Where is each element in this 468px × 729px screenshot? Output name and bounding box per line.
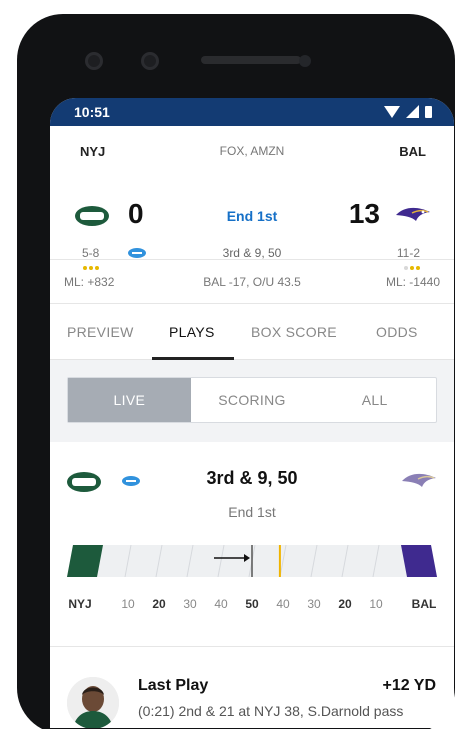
home-record: 11-2 (396, 246, 420, 260)
nyj-endzone (67, 545, 103, 577)
bal-endzone (401, 545, 437, 577)
yard-label: 20 (338, 597, 352, 611)
battery-icon (425, 105, 432, 118)
yard-label: 50 (245, 597, 259, 611)
play-period: End 1st (228, 504, 276, 520)
status-icons (384, 105, 432, 118)
plays-filter-segmented-control: LIVE SCORING ALL (67, 377, 437, 423)
wifi-icon (384, 105, 400, 118)
segment-all[interactable]: ALL (313, 378, 436, 422)
plays-filter-area: LIVE SCORING ALL (50, 360, 454, 442)
home-moneyline: ML: -1440 (385, 275, 440, 289)
endzone-team-label: NYJ (68, 597, 92, 611)
endzone-team-label: BAL (411, 597, 437, 611)
yard-label: 10 (369, 597, 383, 611)
scoreboard: NYJ FOX, AMZN BAL 0 End 1st 13 5-8 3rd &… (50, 126, 454, 270)
last-play-yardage: +12 YD (382, 677, 436, 694)
current-play-card: 3rd & 9, 50 End 1st NYJ 10 20 30 40 50 40 30 20 1… (50, 442, 454, 647)
field-graphic (67, 545, 437, 577)
yard-label: 30 (183, 597, 197, 611)
last-play-section[interactable]: Last Play +12 YD (0:21) 2nd & 21 at NYJ … (50, 647, 454, 728)
yard-label: 10 (121, 597, 135, 611)
home-team-abbr: BAL (399, 144, 426, 159)
yard-label: 20 (152, 597, 166, 611)
yard-line-labels: NYJ 10 20 30 40 50 40 30 20 10 BAL (67, 597, 437, 615)
odds-line: ML: +832 BAL -17, O/U 43.5 ML: -1440 (50, 260, 454, 304)
tab-odds[interactable]: ODDS (376, 324, 418, 340)
ravens-logo-icon (402, 473, 436, 487)
phone-frame: 10:51 NYJ FOX, AMZN BAL 0 End 1st 13 5-8 (17, 14, 455, 729)
phone-top-bezel (17, 14, 455, 94)
play-situation: 3rd & 9, 50 (206, 468, 298, 488)
segment-live[interactable]: LIVE (68, 378, 191, 422)
broadcast-networks: FOX, AMZN (219, 144, 285, 158)
tab-preview[interactable]: PREVIEW (67, 324, 134, 340)
segment-scoring[interactable]: SCORING (191, 378, 314, 422)
last-play-title: Last Play (138, 677, 209, 694)
yard-label: 30 (307, 597, 321, 611)
player-avatar (67, 677, 119, 728)
yard-label: 40 (214, 597, 228, 611)
yard-label: 40 (276, 597, 290, 611)
ravens-logo-icon[interactable] (394, 204, 432, 226)
front-camera-icon (85, 52, 103, 70)
football-field-icon (67, 545, 437, 577)
home-score: 13 (348, 198, 380, 229)
cell-signal-icon (406, 105, 419, 118)
game-tabs: PREVIEW PLAYS BOX SCORE ODDS (50, 304, 454, 360)
tab-box-score[interactable]: BOX SCORE (251, 324, 337, 340)
tab-plays[interactable]: PLAYS (169, 324, 215, 340)
down-and-distance: 3rd & 9, 50 (222, 246, 282, 260)
sensor-icon (141, 52, 159, 70)
earpiece-speaker (201, 56, 301, 64)
last-play-description: (0:21) 2nd & 21 at NYJ 38, S.Darnold pas… (138, 703, 404, 719)
proximity-sensor (299, 55, 311, 67)
status-time: 10:51 (74, 104, 110, 120)
app-screen: 10:51 NYJ FOX, AMZN BAL 0 End 1st 13 5-8 (50, 98, 454, 728)
status-bar: 10:51 (50, 98, 454, 126)
